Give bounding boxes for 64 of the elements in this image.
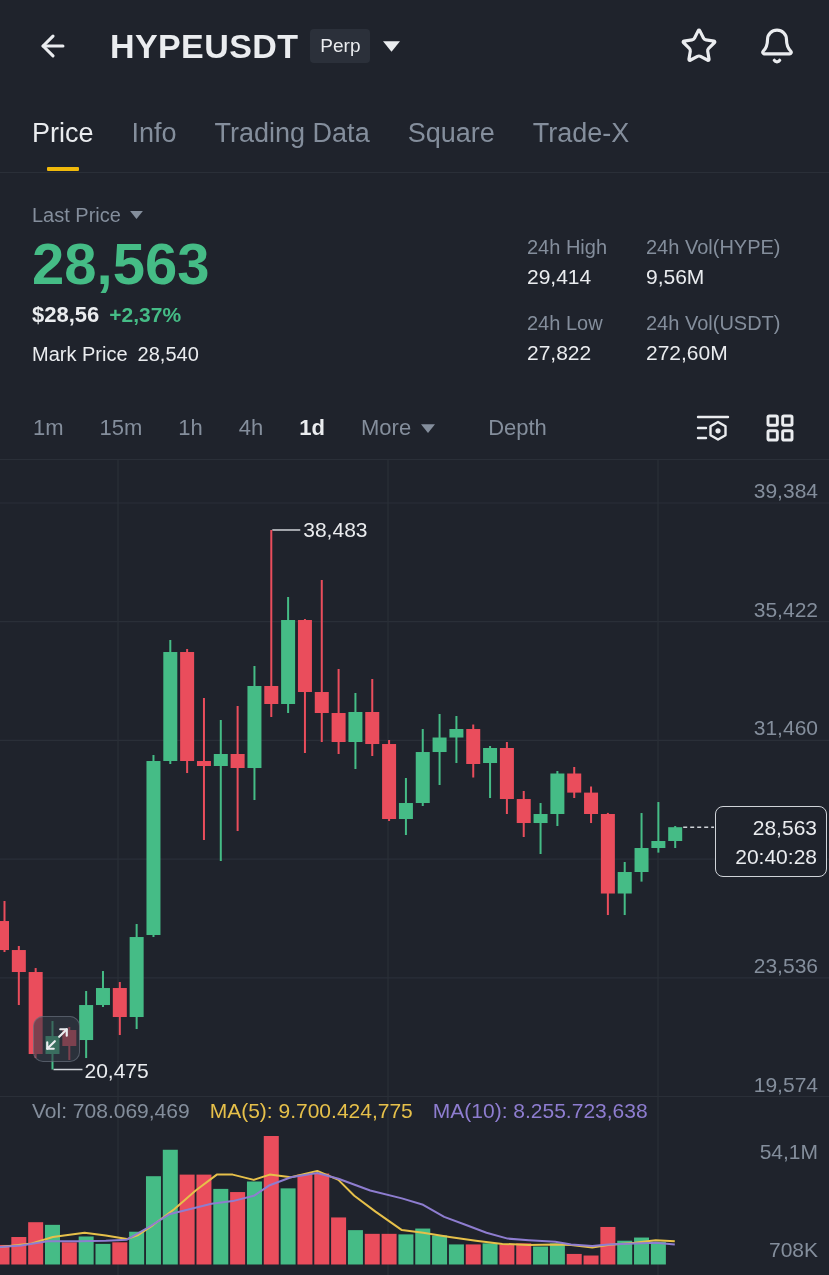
tab[interactable]: Info — [131, 92, 177, 172]
volume-legend-text: Vol: 708.069,469 — [32, 1098, 190, 1124]
stat-value: 29,414 — [527, 265, 593, 289]
high-price-label: 38,483 — [303, 517, 368, 543]
star-icon[interactable] — [680, 27, 718, 65]
volume-axis-label: 54,1M — [759, 1139, 818, 1165]
mark-price-value: 28,540 — [137, 342, 199, 366]
stat-label: 24h Vol(HYPE) — [646, 235, 782, 259]
leader-line — [52, 1068, 84, 1071]
volume-bar — [78, 1236, 94, 1265]
volume-bar — [482, 1243, 498, 1265]
volume-bar — [415, 1228, 431, 1265]
stat-value: 9,56M — [646, 265, 706, 289]
bell-icon[interactable] — [758, 27, 796, 65]
price-change: +2,37% — [109, 302, 182, 328]
symbol-title: HYPEUSDT — [110, 26, 299, 66]
interval-tab[interactable]: 1m — [33, 414, 64, 442]
volume-bar — [432, 1235, 448, 1265]
price-axis-label: 39,384 — [753, 478, 818, 504]
tab[interactable]: Square — [407, 92, 495, 172]
mark-price-label: Mark Price — [32, 342, 128, 366]
last-price: 28,563 — [32, 231, 210, 297]
volume-bar — [465, 1244, 481, 1265]
volume-bar — [347, 1230, 363, 1265]
stat-value: 272,60M — [646, 341, 729, 365]
volume-bar — [516, 1243, 532, 1265]
volume-legend-text: MA(10): 8.255.723,638 — [432, 1098, 648, 1124]
low-price-label: 20,475 — [84, 1057, 149, 1084]
last-price-selector[interactable]: Last Price — [32, 203, 143, 227]
tab[interactable]: Trading Data — [214, 92, 370, 172]
price-axis-label: 23,536 — [753, 952, 818, 979]
price-axis-label: 31,460 — [753, 715, 818, 742]
volume-bar — [95, 1243, 111, 1265]
volume-bar — [448, 1244, 464, 1265]
stat-label: 24h Vol(USDT) — [646, 311, 782, 335]
interval-tab[interactable]: Depth — [488, 414, 547, 442]
contract-badge: Perp — [310, 29, 371, 63]
interval-tab[interactable]: 15m — [99, 414, 143, 442]
caret-icon[interactable] — [383, 40, 401, 52]
volume-legend-text: MA(5): 9.700.424,775 — [209, 1098, 413, 1124]
price-axis-label: 35,422 — [753, 596, 818, 623]
stat-value: 27,822 — [527, 341, 593, 365]
stat-label: 24h Low — [527, 311, 604, 335]
volume-bar — [381, 1233, 397, 1265]
volume-bar — [398, 1234, 414, 1265]
expand-icon[interactable] — [43, 1026, 70, 1052]
grid-icon[interactable] — [764, 412, 796, 444]
volume-axis-label: 708K — [768, 1237, 818, 1263]
chart-settings-icon[interactable] — [696, 414, 730, 442]
price-axis-label: 19,574 — [753, 1071, 818, 1097]
volume-bar — [364, 1233, 380, 1265]
tab[interactable]: Trade-X — [532, 92, 630, 172]
expand-button[interactable] — [33, 1016, 80, 1062]
interval-tab[interactable]: 1h — [178, 414, 203, 442]
interval-tab[interactable]: 4h — [238, 414, 264, 442]
countdown-timer: 20:40:28 — [735, 843, 817, 870]
volume-bar — [533, 1246, 549, 1265]
usd-price: $28,56 — [32, 301, 100, 329]
interval-tab[interactable]: More — [361, 414, 436, 442]
leader-line — [271, 529, 302, 531]
tab[interactable]: Price — [32, 92, 94, 172]
current-price: 28,563 — [752, 814, 817, 841]
interval-tab[interactable]: 1d — [299, 414, 325, 442]
stat-label: 24h High — [527, 235, 609, 259]
